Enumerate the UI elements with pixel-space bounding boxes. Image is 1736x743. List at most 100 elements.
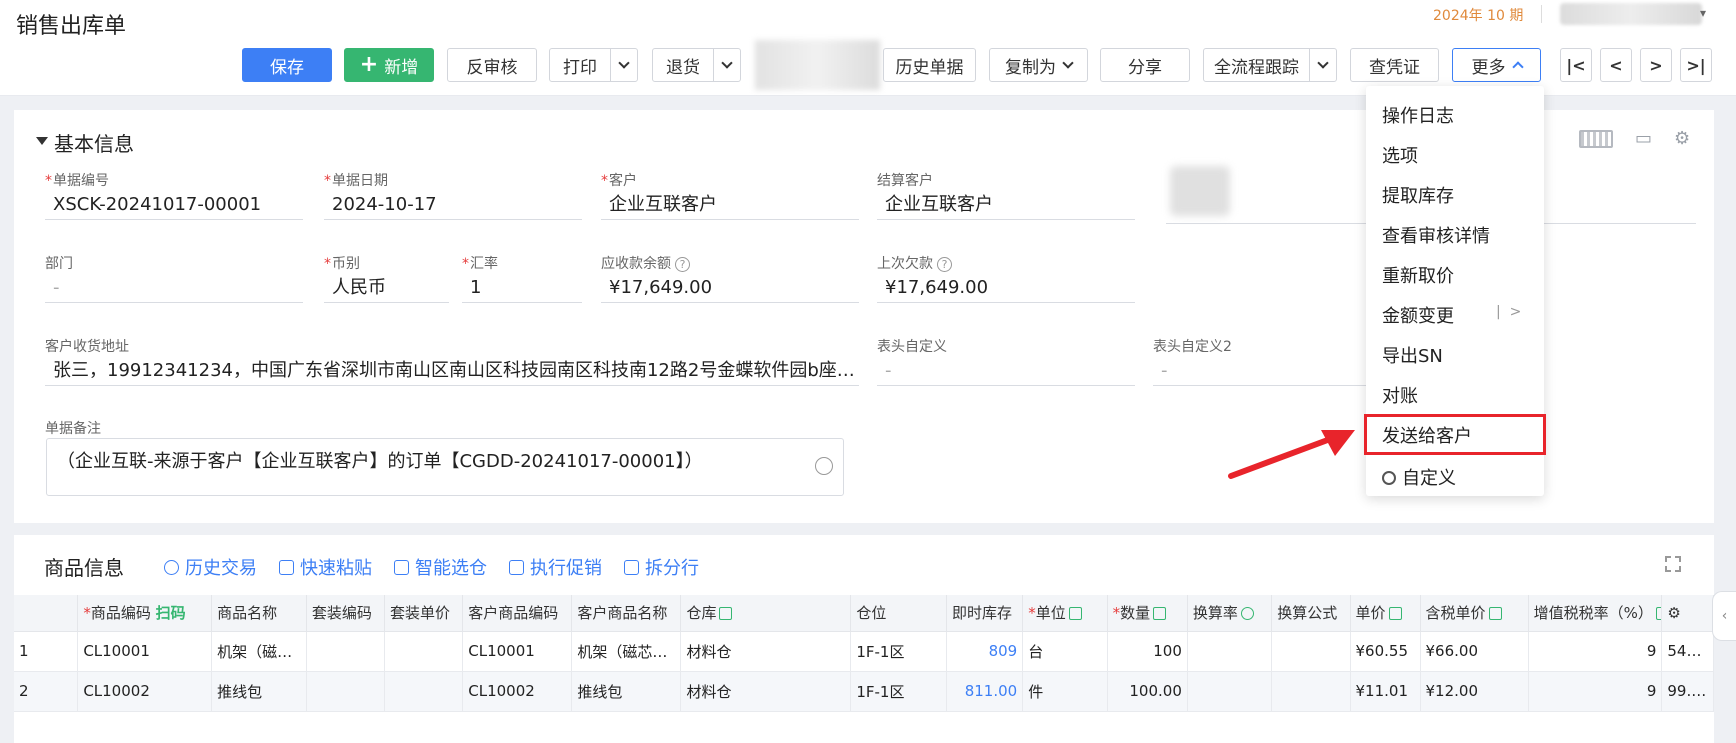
custom2-field[interactable]: 表头自定义2 -: [1153, 336, 1373, 386]
col-conv-rate[interactable]: 换算率: [1187, 595, 1273, 632]
accounting-period[interactable]: 2024年 10 期: [1433, 5, 1523, 25]
menu-item-operation-log[interactable]: 操作日志: [1382, 102, 1454, 128]
menu-item-fetch-stock[interactable]: 提取库存: [1382, 182, 1454, 208]
menu-item-amount-change[interactable]: 金额变更: [1382, 302, 1454, 328]
address-value[interactable]: 张三，19912341234，中国广东省深圳市南山区南山区科技园南区科技南12路…: [45, 356, 859, 386]
cell-price[interactable]: ¥60.55: [1350, 631, 1421, 672]
promotion-link[interactable]: 执行促销: [509, 554, 602, 580]
cell-location[interactable]: 1F-1区: [850, 631, 948, 672]
cell-sku[interactable]: CL10002: [77, 671, 213, 712]
user-dropdown-icon[interactable]: ▾: [1700, 6, 1706, 20]
cell-cust-name[interactable]: 机架（磁芯…: [571, 631, 682, 672]
cell-name[interactable]: 机架（磁…: [211, 631, 307, 672]
currency-field[interactable]: *币别 人民币: [324, 253, 449, 303]
cell-amount[interactable]: 99.08: [1661, 671, 1714, 712]
checkbox-icon[interactable]: [1488, 607, 1502, 621]
help-icon[interactable]: ?: [675, 257, 690, 272]
save-button[interactable]: 保存: [242, 48, 332, 82]
cell-price[interactable]: ¥11.01: [1350, 671, 1421, 712]
col-cust-name[interactable]: 客户商品名称: [571, 595, 682, 632]
return-split-button[interactable]: 退货: [652, 48, 741, 82]
col-cust-sku[interactable]: 客户商品编码: [462, 595, 573, 632]
gear-icon[interactable]: ⚙: [1667, 604, 1680, 622]
menu-item-customize[interactable]: 自定义: [1382, 464, 1456, 490]
col-unit[interactable]: *单位: [1022, 595, 1108, 632]
checkbox-icon[interactable]: [719, 607, 733, 621]
trace-button[interactable]: 全流程跟踪: [1204, 49, 1310, 81]
quick-paste-link[interactable]: 快速粘贴: [279, 554, 372, 580]
col-tax-rate[interactable]: 增值税税率（%）: [1528, 595, 1663, 632]
custom1-field[interactable]: 表头自定义 -: [877, 336, 1135, 386]
blurred-button[interactable]: [755, 40, 880, 90]
user-info-blurred[interactable]: [1560, 3, 1702, 25]
cell-cust-sku[interactable]: CL10002: [462, 671, 573, 712]
add-button[interactable]: + 新增: [344, 48, 434, 82]
cell-conv-rate[interactable]: [1187, 631, 1273, 672]
cell-location[interactable]: 1F-1区: [850, 671, 948, 712]
last-record-button[interactable]: >|: [1680, 48, 1712, 82]
menu-item-export-sn[interactable]: 导出SN: [1382, 342, 1443, 368]
col-qty[interactable]: *数量: [1107, 595, 1188, 632]
cell-warehouse[interactable]: 材料仓: [680, 631, 852, 672]
cell-kit-price[interactable]: [384, 631, 464, 672]
address-field[interactable]: 客户收货地址 张三，19912341234，中国广东省深圳市南山区南山区科技园南…: [45, 336, 859, 386]
menu-item-options[interactable]: 选项: [1382, 142, 1418, 168]
cell-tax-price[interactable]: ¥12.00: [1420, 671, 1529, 712]
trace-dropdown-arrow[interactable]: [1310, 49, 1336, 81]
custom1-value[interactable]: -: [877, 356, 1135, 386]
split-row-link[interactable]: 拆分行: [624, 554, 699, 580]
cell-cust-sku[interactable]: CL10001: [462, 631, 573, 672]
doc-date-field[interactable]: *单据日期 2024-10-17: [324, 170, 582, 220]
col-name[interactable]: 商品名称: [211, 595, 307, 632]
col-sku[interactable]: *商品编码 扫码: [77, 595, 213, 632]
print-split-button[interactable]: 打印: [549, 48, 638, 82]
gear-icon[interactable]: ⚙: [1674, 128, 1690, 149]
keyboard-icon[interactable]: [1579, 130, 1613, 148]
cell-qty[interactable]: 100.00: [1107, 671, 1188, 712]
unaudit-button[interactable]: 反审核: [447, 48, 537, 82]
return-dropdown-arrow[interactable]: [714, 49, 740, 81]
col-warehouse[interactable]: 仓库: [680, 595, 852, 632]
help-icon[interactable]: ?: [937, 257, 952, 272]
print-settings-icon[interactable]: ▭: [1635, 128, 1652, 149]
cell-warehouse[interactable]: 材料仓: [680, 671, 852, 712]
cell-stock[interactable]: 811.00: [946, 671, 1024, 712]
customer-value[interactable]: 企业互联客户: [601, 190, 859, 220]
cell-conv-formula[interactable]: [1271, 671, 1351, 712]
cell-cust-name[interactable]: 推线包: [571, 671, 682, 712]
print-dropdown-arrow[interactable]: [611, 49, 637, 81]
copy-as-button[interactable]: 复制为: [989, 48, 1088, 82]
next-record-button[interactable]: >: [1640, 48, 1672, 82]
scan-button[interactable]: 扫码: [156, 604, 186, 622]
rate-value[interactable]: 1: [462, 273, 582, 303]
cell-amount[interactable]: 544…: [1661, 631, 1714, 672]
print-button[interactable]: 打印: [550, 49, 611, 81]
share-button[interactable]: 分享: [1100, 48, 1190, 82]
currency-value[interactable]: 人民币: [324, 273, 449, 303]
col-settings[interactable]: ⚙: [1661, 595, 1714, 632]
checkbox-icon[interactable]: [1388, 607, 1402, 621]
more-button[interactable]: 更多: [1452, 48, 1541, 82]
cell-unit[interactable]: 台: [1022, 631, 1108, 672]
history-docs-button[interactable]: 历史单据: [883, 48, 976, 82]
cell-tax-rate[interactable]: 9: [1528, 631, 1663, 672]
rate-field[interactable]: *汇率 1: [462, 253, 582, 303]
dept-value[interactable]: -: [45, 273, 303, 303]
side-collapse-tab[interactable]: ‹: [1712, 591, 1736, 641]
remark-textarea[interactable]: （企业互联-来源于客户【企业互联客户】的订单【CGDD-20241017-000…: [46, 438, 844, 496]
voice-input-icon[interactable]: [815, 457, 833, 475]
col-kit-code[interactable]: 套装编码: [306, 595, 386, 632]
cell-name[interactable]: 推线包: [211, 671, 307, 712]
settle-customer-value[interactable]: 企业互联客户: [877, 190, 1135, 220]
checkbox-icon[interactable]: [1068, 607, 1082, 621]
checkbox-icon[interactable]: [1655, 607, 1661, 621]
settle-customer-field[interactable]: 结算客户 企业互联客户: [877, 170, 1135, 220]
cell-tax-price[interactable]: ¥66.00: [1420, 631, 1529, 672]
smart-warehouse-link[interactable]: 智能选仓: [394, 554, 487, 580]
custom2-value[interactable]: -: [1153, 356, 1373, 386]
cell-conv-formula[interactable]: [1271, 631, 1351, 672]
menu-item-reconcile[interactable]: 对账: [1382, 382, 1418, 408]
table-row[interactable]: 1 CL10001 机架（磁… CL10001 机架（磁芯… 材料仓 1F-1区…: [14, 631, 1714, 672]
first-record-button[interactable]: |<: [1560, 48, 1592, 82]
expand-icon[interactable]: [1665, 556, 1681, 572]
